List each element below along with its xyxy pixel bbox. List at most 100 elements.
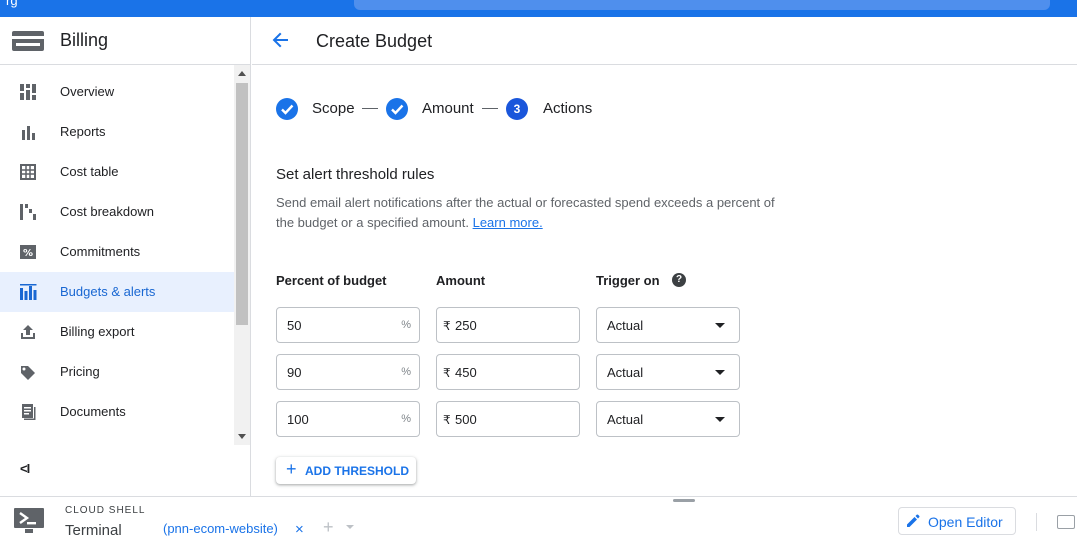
currency-symbol: ₹ [443,319,451,333]
trigger-select[interactable]: Actual [596,401,740,437]
add-threshold-label: ADD THRESHOLD [305,464,409,478]
sidebar-item-label: Cost breakdown [60,204,154,219]
percent-suffix: % [401,366,411,378]
sidebar-item-label: Reports [60,124,106,139]
reports-icon [22,126,35,140]
resize-handle[interactable] [673,499,695,502]
top-app-bar: rg [0,0,1077,17]
trigger-value: Actual [607,365,644,380]
scroll-down-icon[interactable] [238,434,246,439]
collapse-sidebar-button[interactable]: <I [20,461,30,476]
step-label: Amount [422,100,474,117]
top-title-fragment: rg [6,0,18,8]
step-divider [362,108,378,109]
column-header-amount: Amount [436,273,486,288]
dropdown-arrow-icon [715,417,725,422]
sidebar-item-reports[interactable]: Reports [0,112,234,152]
scroll-up-icon[interactable] [238,71,246,76]
sidebar-item-label: Billing export [60,324,135,339]
dropdown-arrow-icon [715,370,725,375]
section-title: Set alert threshold rules [276,166,435,183]
amount-input[interactable]: ₹ 500 [436,401,580,437]
sidebar-item-commitments[interactable]: % Commitments [0,232,234,272]
billing-card-icon [12,31,44,51]
percent-icon: % [20,245,36,259]
check-icon [386,98,408,120]
svg-text:%: % [23,248,33,259]
currency-symbol: ₹ [443,413,451,427]
open-editor-label: Open Editor [928,514,1003,530]
sidebar-item-label: Budgets & alerts [60,284,156,299]
step-label: Actions [543,100,593,117]
divider [1036,513,1037,531]
plus-icon: + [286,459,297,479]
breakdown-icon [20,204,36,220]
percent-input[interactable]: 100 % [276,401,420,437]
sidebar-header: Billing [0,17,250,65]
sidebar-item-documents[interactable]: Documents [0,392,234,432]
column-header-percent: Percent of budget [276,273,387,288]
back-arrow-icon[interactable] [270,29,292,51]
open-editor-button[interactable]: Open Editor [898,507,1016,535]
sidebar-scrollbar[interactable] [234,65,250,445]
cloud-shell-bar: CLOUD SHELL Terminal (pnn-ecom-website) … [0,496,1077,541]
percent-suffix: % [401,413,411,425]
amount-value: 450 [455,365,477,380]
trigger-value: Actual [607,318,644,333]
page-header: Create Budget [252,17,1077,65]
main-content: Create Budget Scope Amount 3 Actions Set… [252,17,1077,496]
trigger-value: Actual [607,412,644,427]
amount-value: 250 [455,318,477,333]
add-tab-button[interactable]: + [323,517,334,538]
keyboard-icon[interactable] [1057,515,1075,529]
trigger-select[interactable]: Actual [596,307,740,343]
percent-value: 100 [287,412,309,427]
sidebar-item-overview[interactable]: Overview [0,72,234,112]
currency-symbol: ₹ [443,366,451,380]
check-icon [276,98,298,120]
percent-value: 90 [287,365,302,380]
step-divider [482,108,498,109]
cloud-shell-label: CLOUD SHELL [65,505,146,516]
export-icon [21,325,35,339]
percent-input[interactable]: 50 % [276,307,420,343]
tag-icon [21,366,35,380]
pencil-icon [907,514,920,527]
amount-value: 500 [455,412,477,427]
sidebar-item-label: Commitments [60,244,141,259]
percent-suffix: % [401,319,411,331]
section-description: Send email alert notifications after the… [276,193,796,233]
percent-input[interactable]: 90 % [276,354,420,390]
sidebar: Billing Overview Reports Cost table Cost… [0,17,251,496]
percent-value: 50 [287,318,302,333]
help-icon[interactable]: ? [672,273,686,287]
amount-input[interactable]: ₹ 450 [436,354,580,390]
sidebar-item-label: Overview [60,84,115,99]
trigger-select[interactable]: Actual [596,354,740,390]
step-number: 3 [506,98,528,120]
budget-icon [20,284,37,300]
overview-icon [20,84,36,100]
shell-tab[interactable]: (pnn-ecom-website) [163,521,278,536]
sidebar-item-cost-table[interactable]: Cost table [0,152,234,192]
sidebar-item-pricing[interactable]: Pricing [0,352,234,392]
sidebar-item-budgets-alerts[interactable]: Budgets & alerts [0,272,234,312]
add-threshold-button[interactable]: + ADD THRESHOLD [276,457,416,484]
document-icon [22,404,36,420]
sidebar-item-cost-breakdown[interactable]: Cost breakdown [0,192,234,232]
step-label: Scope [312,100,355,117]
page-title: Create Budget [316,31,433,51]
scrollbar-thumb[interactable] [236,83,248,325]
sidebar-item-label: Pricing [60,364,100,379]
amount-input[interactable]: ₹ 250 [436,307,580,343]
close-tab-icon[interactable]: × [295,521,304,538]
sidebar-item-label: Cost table [60,164,119,179]
sidebar-item-billing-export[interactable]: Billing export [0,312,234,352]
dropdown-arrow-icon [715,323,725,328]
chevron-down-icon[interactable] [346,525,354,529]
search-bar[interactable] [354,0,1050,10]
learn-more-link[interactable]: Learn more. [473,215,543,230]
sidebar-title: Billing [60,30,109,50]
terminal-icon[interactable] [14,508,44,534]
sidebar-item-label: Documents [60,404,126,419]
